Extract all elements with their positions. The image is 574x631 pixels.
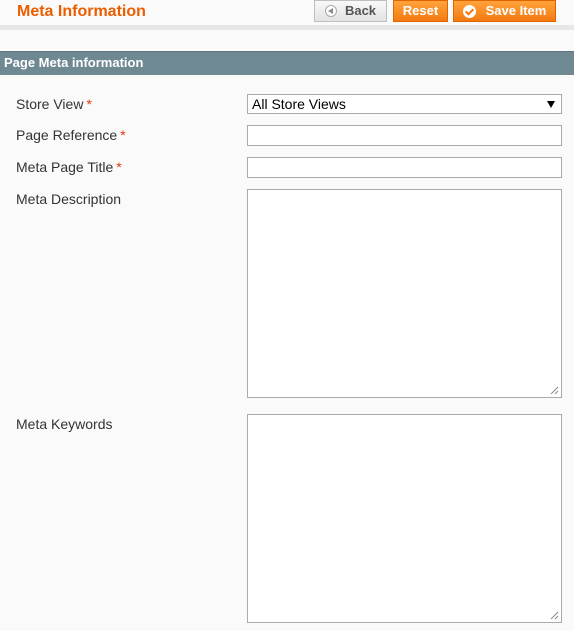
page-title: Meta Information xyxy=(17,3,146,20)
store-view-label-text: Store View xyxy=(16,96,84,112)
save-item-button[interactable]: Save Item xyxy=(453,0,556,22)
meta-keywords-label: Meta Keywords xyxy=(16,416,113,432)
resize-grip-icon[interactable] xyxy=(549,385,559,395)
required-mark: * xyxy=(86,96,92,112)
reset-button-label: Reset xyxy=(402,3,439,18)
store-view-selected: All Store Views xyxy=(252,96,346,112)
dropdown-arrow-icon xyxy=(547,101,555,108)
header-divider xyxy=(0,25,574,30)
page-reference-label: Page Reference * xyxy=(16,126,126,144)
page-reference-label-text: Page Reference xyxy=(16,127,118,143)
required-mark: * xyxy=(116,159,122,175)
required-mark: * xyxy=(120,127,126,143)
meta-page-title-label: Meta Page Title * xyxy=(16,158,122,176)
back-button[interactable]: Back xyxy=(314,0,387,22)
meta-description-textarea[interactable] xyxy=(247,189,562,398)
page-reference-input[interactable] xyxy=(247,125,562,146)
meta-keywords-textarea[interactable] xyxy=(247,414,562,623)
meta-page-title-input[interactable] xyxy=(247,157,562,178)
meta-description-label: Meta Description xyxy=(16,191,122,207)
store-view-label: Store View * xyxy=(16,95,92,113)
checkmark-icon xyxy=(462,4,476,18)
store-view-select[interactable]: All Store Views xyxy=(247,94,562,114)
meta-page-title-label-text: Meta Page Title xyxy=(16,159,114,175)
resize-grip-icon[interactable] xyxy=(549,610,559,620)
section-header: Page Meta information xyxy=(0,51,574,75)
page-header: Meta Information Back Reset Save Item xyxy=(0,0,574,30)
back-button-label: Back xyxy=(344,3,377,18)
reset-button[interactable]: Reset xyxy=(393,0,448,22)
save-button-label: Save Item xyxy=(485,3,547,18)
back-arrow-icon xyxy=(324,5,337,17)
